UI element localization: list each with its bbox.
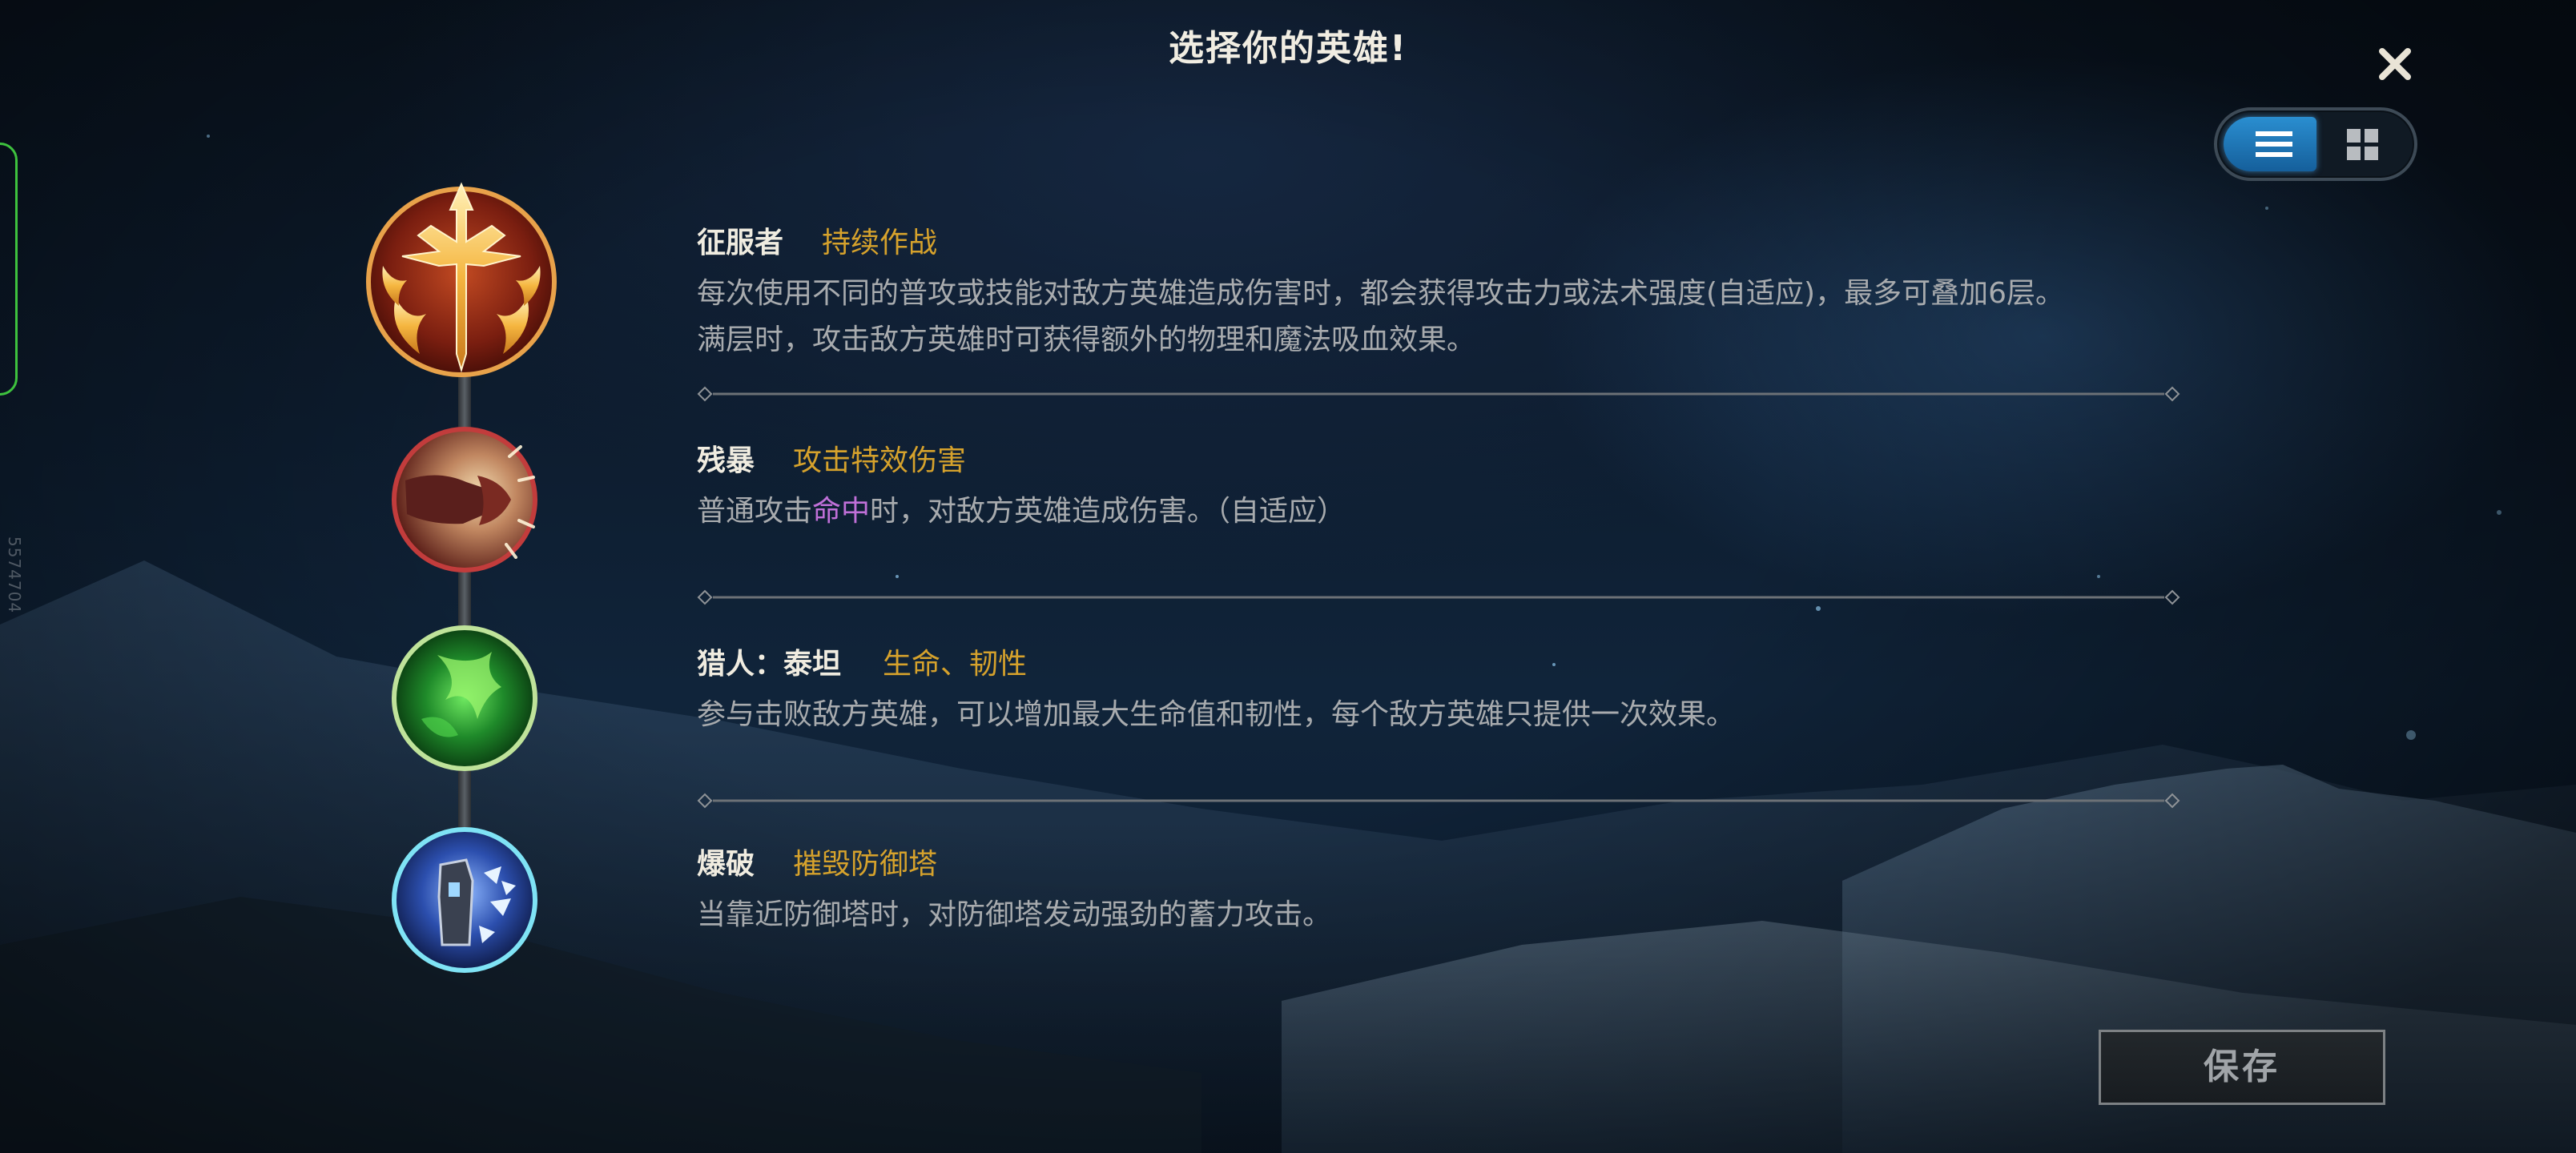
conqueror-icon[interactable] bbox=[364, 178, 559, 383]
page-title: 选择你的英雄! bbox=[1168, 28, 1408, 69]
side-panel-edge[interactable] bbox=[0, 143, 18, 396]
grid-view-button[interactable] bbox=[2320, 117, 2408, 171]
list-view-button[interactable] bbox=[2224, 117, 2316, 171]
rune-description: 当靠近防御塔时，对防御塔发动强劲的蓄力攻击。 bbox=[697, 898, 1332, 931]
list-icon bbox=[2256, 131, 2292, 157]
rune-tag: 生命、韧性 bbox=[883, 648, 1028, 681]
brutal-fist-icon bbox=[392, 427, 537, 572]
rune-row-conqueror[interactable]: 征服者 持续作战 每次使用不同的普攻或技能对敌方英雄造成伤害时，都会获得攻击力或… bbox=[697, 219, 2187, 364]
rune-name: 猎人：泰坦 bbox=[697, 648, 842, 681]
keyword-highlight[interactable]: 命中 bbox=[812, 495, 870, 528]
rune-description-text: 时，对敌方英雄造成伤害。（自适应） bbox=[870, 495, 1346, 528]
rune-select-screen: 5574704 选择你的英雄! 征服者 持续作战 每次使用不同的普攻或技能对敌方… bbox=[0, 0, 2576, 1153]
divider bbox=[697, 386, 2180, 402]
rune-description-line: 每次使用不同的普攻或技能对敌方英雄造成伤害时，都会获得攻击力或法术强度(自适应)… bbox=[697, 277, 2064, 310]
rune-description-line: 满层时，攻击敌方英雄时可获得额外的物理和魔法吸血效果。 bbox=[697, 323, 1476, 356]
view-mode-toggle bbox=[2214, 107, 2417, 181]
grid-icon bbox=[2347, 129, 2378, 160]
rune-row-brutal[interactable]: 残暴 攻击特效伤害 普通攻击命中时，对敌方英雄造成伤害。（自适应） bbox=[697, 437, 2187, 535]
rune-name: 爆破 bbox=[697, 848, 755, 881]
close-icon bbox=[2379, 48, 2411, 80]
rune-row-demolish[interactable]: 爆破 摧毁防御塔 当靠近防御塔时，对防御塔发动强劲的蓄力攻击。 bbox=[697, 841, 2187, 938]
rune-description: 参与击败敌方英雄，可以增加最大生命值和韧性，每个敌方英雄只提供一次效果。 bbox=[697, 698, 1736, 731]
divider bbox=[697, 589, 2180, 605]
demolish-icon[interactable] bbox=[389, 825, 540, 975]
rune-description-text: 普通攻击 bbox=[697, 495, 813, 528]
rune-name: 征服者 bbox=[697, 227, 784, 259]
brutal-strike-icon[interactable] bbox=[389, 424, 540, 575]
mountain-background bbox=[0, 135, 2576, 1153]
rune-row-titan-hunter[interactable]: 猎人：泰坦 生命、韧性 参与击败敌方英雄，可以增加最大生命值和韧性，每个敌方英雄… bbox=[697, 641, 2187, 738]
rune-tag: 攻击特效伤害 bbox=[793, 444, 967, 477]
side-id-label: 5574704 bbox=[5, 536, 24, 614]
rune-description: 普通攻击命中时，对敌方英雄造成伤害。（自适应） bbox=[697, 488, 2187, 535]
close-button[interactable] bbox=[2373, 42, 2417, 86]
tower-blast-icon bbox=[392, 827, 537, 973]
rune-description: 每次使用不同的普攻或技能对敌方英雄造成伤害时，都会获得攻击力或法术强度(自适应)… bbox=[697, 271, 2187, 364]
conqueror-emblem-icon bbox=[366, 182, 557, 377]
divider bbox=[697, 793, 2180, 809]
titan-hunter-icon[interactable] bbox=[389, 623, 540, 773]
rune-name: 残暴 bbox=[697, 444, 755, 477]
green-energy-icon bbox=[392, 625, 537, 771]
rune-tag: 持续作战 bbox=[822, 227, 938, 259]
save-button[interactable]: 保存 bbox=[2099, 1030, 2385, 1105]
rune-tag: 摧毁防御塔 bbox=[793, 848, 938, 881]
